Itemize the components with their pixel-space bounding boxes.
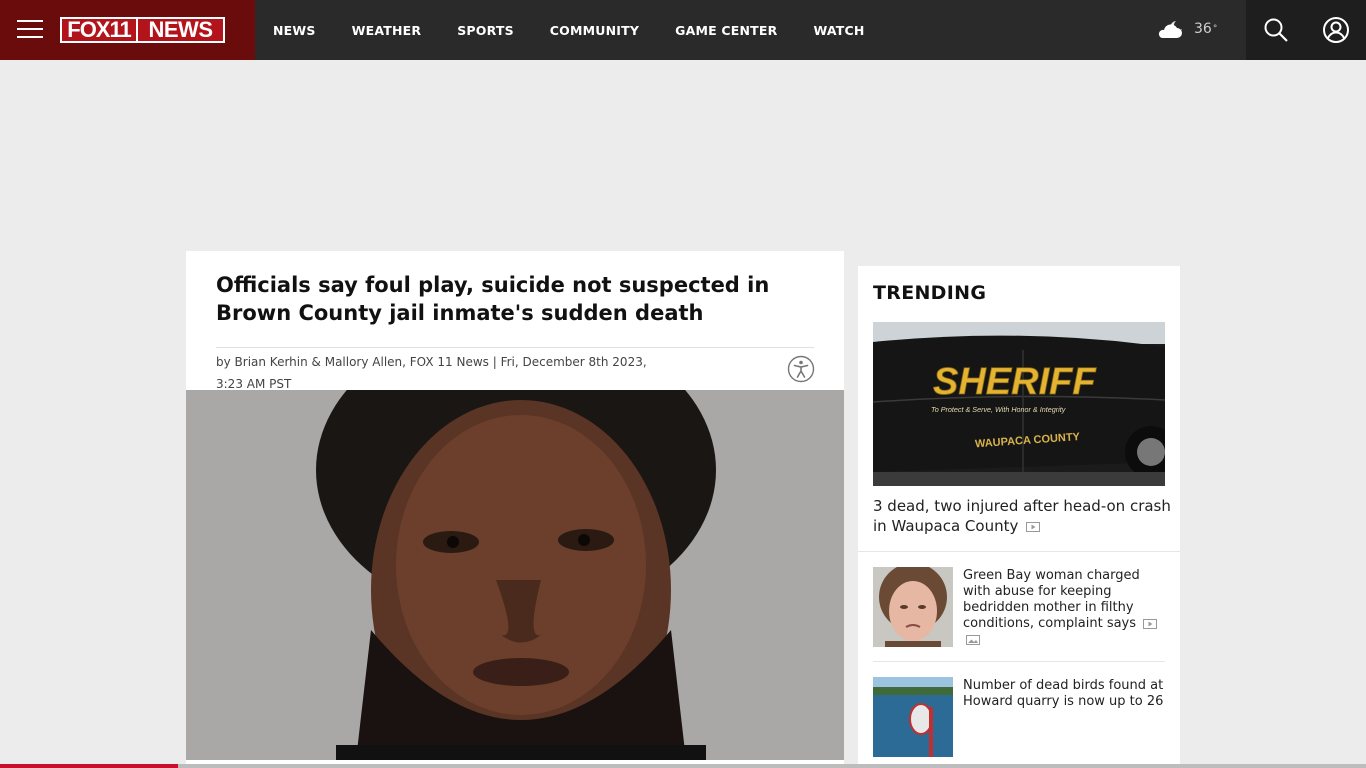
main-nav: NEWS WEATHER SPORTS COMMUNITY GAME CENTE… (273, 0, 901, 60)
article-headline: Officials say foul play, suicide not sus… (216, 273, 770, 325)
sheriff-vehicle-image: SHERIFF To Protect & Serve, With Honor &… (873, 322, 1165, 486)
sheriff-text: SHERIFF (933, 361, 1097, 403)
trending-item-2-title[interactable]: Number of dead birds found at Howard qua… (963, 678, 1168, 710)
video-icon (1143, 618, 1158, 629)
trending-separator (858, 551, 1180, 552)
trending-featured-title[interactable]: 3 dead, two injured after head-on crash … (873, 496, 1173, 536)
nav-community[interactable]: COMMUNITY (550, 23, 639, 38)
trending-item-2-text: Number of dead birds found at Howard qua… (963, 678, 1164, 709)
gallery-icon (966, 634, 980, 645)
sheriff-motto: To Protect & Serve, With Honor & Integri… (931, 405, 1066, 414)
trending-item-1-text: Green Bay woman charged with abuse for k… (963, 568, 1140, 631)
logo-fox11-text: FOX11 (62, 19, 136, 41)
nav-news[interactable]: NEWS (273, 23, 316, 38)
menu-icon[interactable] (17, 20, 43, 40)
article-card: Officials say foul play, suicide not sus… (186, 251, 844, 768)
trending-item-2-thumbnail[interactable] (873, 677, 953, 757)
video-icon (1026, 521, 1041, 532)
article-byline: by Brian Kerhin & Mallory Allen, FOX 11 … (216, 355, 647, 391)
trending-featured-image[interactable]: SHERIFF To Protect & Serve, With Honor &… (873, 322, 1165, 486)
trending-separator-2 (873, 661, 1165, 662)
trending-item-1-title[interactable]: Green Bay woman charged with abuse for k… (963, 568, 1168, 648)
trending-heading: TRENDING (873, 282, 987, 304)
logo-news-text: NEWS (138, 19, 223, 41)
nav-sports[interactable]: SPORTS (457, 23, 514, 38)
quarry-image (873, 677, 953, 757)
weather-degree: ° (1212, 24, 1218, 34)
accessibility-icon[interactable] (787, 355, 815, 383)
search-icon[interactable] (1263, 17, 1289, 43)
scroll-progress-bar (0, 764, 1366, 768)
cloudy-night-icon (1158, 21, 1182, 38)
brand-block: FOX11 NEWS (0, 0, 255, 60)
nav-game-center[interactable]: GAME CENTER (675, 23, 777, 38)
article-photo[interactable] (186, 390, 844, 760)
mugshot-image (186, 390, 844, 760)
trending-sidebar: TRENDING SHERIFF To Protect & Serve, Wit… (858, 266, 1180, 768)
weather-temp: 36 (1194, 21, 1212, 37)
headline-divider (216, 347, 814, 348)
nav-watch[interactable]: WATCH (813, 23, 864, 38)
trending-item-1-thumbnail[interactable] (873, 567, 953, 647)
scroll-progress-fill (0, 764, 178, 768)
fox11-logo[interactable]: FOX11 NEWS (60, 17, 225, 43)
woman-mugshot-image (873, 567, 953, 647)
site-header: FOX11 NEWS NEWS WEATHER SPORTS COMMUNITY… (0, 0, 1366, 60)
nav-weather[interactable]: WEATHER (352, 23, 422, 38)
trending-featured-text: 3 dead, two injured after head-on crash … (873, 497, 1171, 535)
user-icon[interactable] (1322, 16, 1350, 44)
weather-widget[interactable]: 36 ° (1154, 18, 1217, 40)
